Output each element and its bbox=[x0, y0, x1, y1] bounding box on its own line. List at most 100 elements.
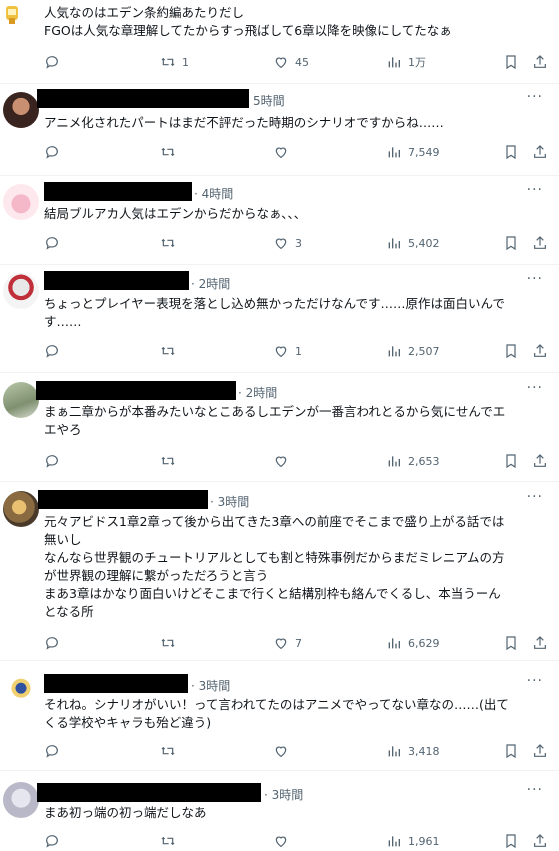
share-button[interactable] bbox=[532, 451, 548, 471]
views-icon bbox=[388, 836, 400, 847]
share-button[interactable] bbox=[532, 741, 548, 761]
views-button[interactable]: 6,629 bbox=[386, 633, 440, 653]
views-button[interactable]: 3,418 bbox=[386, 741, 440, 761]
reply-button[interactable] bbox=[44, 233, 66, 253]
avatar[interactable] bbox=[3, 273, 39, 309]
views-button[interactable]: 1,961 bbox=[386, 831, 440, 851]
tweet-2[interactable]: 5時間 ··· アニメ化されたパートはまだ不評だった時期のシナリオですからね……… bbox=[0, 84, 559, 176]
retweet-button[interactable] bbox=[160, 233, 182, 253]
bookmark-button[interactable] bbox=[503, 831, 519, 851]
views-icon bbox=[388, 456, 400, 467]
reply-button[interactable] bbox=[44, 633, 66, 653]
bookmark-button[interactable] bbox=[503, 142, 519, 162]
views-button[interactable]: 2,507 bbox=[386, 341, 440, 361]
tweet-text: まあ初っ端の初っ端だしなあ bbox=[44, 804, 547, 822]
tweet-8[interactable]: · 3時間 ··· まあ初っ端の初っ端だしなあ 1,961 bbox=[0, 771, 559, 851]
like-button[interactable] bbox=[273, 451, 295, 471]
tweet-time[interactable]: · 3時間 bbox=[191, 677, 230, 694]
share-button[interactable] bbox=[532, 142, 548, 162]
tweet-time[interactable]: · 2時間 bbox=[238, 384, 277, 401]
tweet-text-line: 無いし bbox=[44, 532, 82, 547]
retweet-button[interactable]: 1 bbox=[160, 52, 189, 72]
like-button[interactable]: 45 bbox=[273, 52, 309, 72]
like-button[interactable] bbox=[273, 741, 295, 761]
more-button[interactable]: ··· bbox=[527, 380, 543, 396]
views-icon bbox=[388, 746, 400, 757]
reply-button[interactable] bbox=[44, 451, 66, 471]
avatar[interactable] bbox=[3, 672, 39, 708]
avatar[interactable] bbox=[0, 2, 24, 26]
tweet-time[interactable]: · 2時間 bbox=[191, 275, 230, 292]
reply-icon bbox=[46, 56, 58, 69]
action-bar: 7,549 bbox=[0, 142, 559, 162]
like-count: 1 bbox=[295, 344, 302, 358]
retweet-icon bbox=[161, 57, 175, 67]
tweet-time[interactable]: · 3時間 bbox=[264, 786, 303, 803]
avatar[interactable] bbox=[3, 491, 39, 527]
retweet-button[interactable] bbox=[160, 741, 182, 761]
retweet-button[interactable] bbox=[160, 142, 182, 162]
action-bar: 2,653 bbox=[0, 451, 559, 471]
views-button[interactable]: 1万 bbox=[386, 52, 426, 72]
views-button[interactable]: 2,653 bbox=[386, 451, 440, 471]
reply-button[interactable] bbox=[44, 142, 66, 162]
share-button[interactable] bbox=[532, 831, 548, 851]
tweet-7[interactable]: · 3時間 ··· それね。シナリオがいい！って言われてたのはアニメでやってない… bbox=[0, 661, 559, 771]
tweet-4[interactable]: · 2時間 ··· ちょっとプレイヤー表現を落とし込め無かっただけなんです……原… bbox=[0, 265, 559, 373]
bookmark-button[interactable] bbox=[503, 341, 519, 361]
more-icon: ··· bbox=[526, 782, 543, 798]
more-button[interactable]: ··· bbox=[527, 271, 543, 287]
retweet-button[interactable] bbox=[160, 633, 182, 653]
action-bar: 3 5,402 bbox=[0, 233, 559, 253]
tweet-5[interactable]: · 2時間 ··· まぁ二章からが本番みたいなとこあるしエデンが一番言われとるか… bbox=[0, 373, 559, 482]
tweet-time[interactable]: · 4時間 bbox=[194, 185, 233, 202]
more-button[interactable]: ··· bbox=[527, 673, 543, 689]
views-count: 3,418 bbox=[408, 744, 440, 758]
share-button[interactable] bbox=[532, 341, 548, 361]
views-count: 6,629 bbox=[408, 636, 440, 650]
redacted-username bbox=[44, 182, 192, 201]
share-icon bbox=[534, 344, 546, 357]
reply-button[interactable] bbox=[44, 52, 66, 72]
share-button[interactable] bbox=[532, 52, 548, 72]
views-button[interactable]: 7,549 bbox=[386, 142, 440, 162]
tweet-1[interactable]: 人気なのはエデン条約編あたりだし FGOは人気な章理解してたからすっ飛ばして6章… bbox=[0, 0, 559, 84]
retweet-button[interactable] bbox=[160, 831, 182, 851]
avatar[interactable] bbox=[3, 92, 39, 128]
avatar-figure-icon bbox=[6, 6, 18, 24]
reply-icon bbox=[46, 835, 58, 848]
share-button[interactable] bbox=[532, 233, 548, 253]
tweet-3[interactable]: · 4時間 ··· 結局ブルアカ人気はエデンからだからなぁ、、、 3 5,402 bbox=[0, 176, 559, 265]
bookmark-button[interactable] bbox=[503, 633, 519, 653]
tweet-text-line: が世界観の理解に繋がっただろうと言う bbox=[44, 568, 269, 583]
like-button[interactable]: 7 bbox=[273, 633, 302, 653]
like-button[interactable]: 3 bbox=[273, 233, 302, 253]
bookmark-button[interactable] bbox=[503, 741, 519, 761]
retweet-icon bbox=[161, 456, 175, 466]
share-button[interactable] bbox=[532, 633, 548, 653]
more-icon: ··· bbox=[526, 489, 543, 505]
avatar[interactable] bbox=[3, 184, 39, 220]
more-button[interactable]: ··· bbox=[527, 489, 543, 505]
more-button[interactable]: ··· bbox=[527, 89, 543, 105]
like-button[interactable]: 1 bbox=[273, 341, 302, 361]
avatar[interactable] bbox=[3, 782, 39, 818]
bookmark-button[interactable] bbox=[503, 451, 519, 471]
heart-icon bbox=[275, 638, 287, 650]
bookmark-button[interactable] bbox=[503, 52, 519, 72]
bookmark-button[interactable] bbox=[503, 233, 519, 253]
reply-button[interactable] bbox=[44, 831, 66, 851]
like-button[interactable] bbox=[273, 831, 295, 851]
retweet-button[interactable] bbox=[160, 341, 182, 361]
like-button[interactable] bbox=[273, 142, 295, 162]
retweet-button[interactable] bbox=[160, 451, 182, 471]
more-button[interactable]: ··· bbox=[527, 782, 543, 798]
tweet-time[interactable]: · 3時間 bbox=[210, 493, 249, 510]
tweet-time[interactable]: 5時間 bbox=[253, 92, 285, 109]
tweet-6[interactable]: · 3時間 ··· 元々アビドス1章2章って後から出てきた3章への前座でそこまで… bbox=[0, 482, 559, 661]
avatar[interactable] bbox=[3, 382, 39, 418]
reply-button[interactable] bbox=[44, 741, 66, 761]
views-button[interactable]: 5,402 bbox=[386, 233, 440, 253]
reply-button[interactable] bbox=[44, 341, 66, 361]
more-button[interactable]: ··· bbox=[527, 182, 543, 198]
